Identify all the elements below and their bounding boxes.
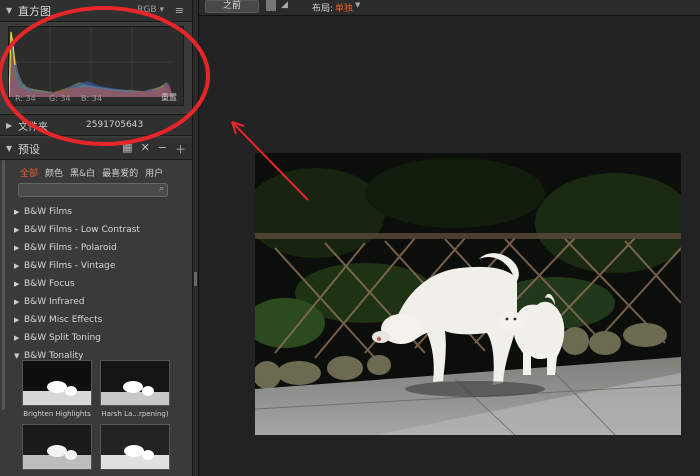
panel-menu-icon[interactable]: ≡ <box>175 4 184 17</box>
minus-icon[interactable]: − <box>158 141 167 157</box>
presets-title: 预设 <box>18 142 40 156</box>
layout-label: 布局: <box>312 4 334 14</box>
remove-preset-icon[interactable]: ✕ <box>141 141 150 157</box>
expand-triangle-icon: ▶ <box>14 316 20 324</box>
layout-select[interactable]: 单独 <box>335 1 353 14</box>
filter-user[interactable]: 用户 <box>145 166 163 179</box>
preset-search[interactable]: ⌕ <box>18 183 168 203</box>
thumb-image <box>22 360 92 406</box>
preset-filter-tabs: 全部 颜色 黑&白 最喜爱的 用户 <box>0 160 192 179</box>
preset-thumb[interactable] <box>22 424 92 470</box>
expand-triangle-icon: ▶ <box>14 244 20 252</box>
search-icon: ⌕ <box>158 184 164 194</box>
channel-select[interactable]: RGB ▾ <box>137 5 164 15</box>
left-panel: ▼ 直方图 RGB ▾ ≡ R: 34 G: 34 B: 34 重置 ▶ 文件夹… <box>0 0 193 476</box>
blue-readout: B: 34 <box>81 94 102 103</box>
filter-all[interactable]: 全部 <box>20 166 38 179</box>
collapse-triangle-icon: ▼ <box>14 352 20 360</box>
expand-triangle-icon: ▶ <box>14 298 20 306</box>
histogram-header[interactable]: ▼ 直方图 RGB ▾ ≡ <box>0 0 192 22</box>
preset-search-input[interactable] <box>19 190 149 203</box>
add-preset-icon[interactable]: ＋ <box>175 141 186 157</box>
chevron-down-icon[interactable]: ▼ <box>355 1 360 9</box>
red-readout: R: 34 <box>15 94 36 103</box>
grid-view-icon[interactable]: ▦ <box>122 141 132 157</box>
preset-group[interactable]: ▶ B&W Films - Polaroid <box>0 239 192 257</box>
image-canvas[interactable] <box>199 17 700 476</box>
preset-thumbnails: Brighten Highlights Harsh La...rpening) <box>22 360 172 470</box>
preset-group[interactable]: ▶ B&W Films - Low Contrast <box>0 221 192 239</box>
top-toolbar: 之前 ◢ 布局: 单独 ▼ <box>199 0 700 16</box>
preset-group[interactable]: ▶ B&W Films - Vintage <box>0 257 192 275</box>
app-window: ▼ 直方图 RGB ▾ ≡ R: 34 G: 34 B: 34 重置 ▶ 文件夹… <box>0 0 700 476</box>
preset-thumb[interactable]: Harsh La...rpening) <box>100 360 170 418</box>
photo-image <box>255 153 681 435</box>
compare-view-icon[interactable] <box>266 0 276 11</box>
expand-triangle-icon[interactable]: ▶ <box>6 121 18 130</box>
expand-triangle-icon: ▶ <box>14 226 20 234</box>
presets-tools: ▦ ✕ − ＋ <box>122 141 186 157</box>
collapse-triangle-icon[interactable]: ▼ <box>6 144 18 153</box>
folder-label: 文件夹 <box>18 121 48 133</box>
reset-button[interactable]: 重置 <box>161 92 177 103</box>
preset-thumb[interactable] <box>100 424 170 470</box>
photo-preview[interactable] <box>255 153 681 435</box>
expand-triangle-icon: ▶ <box>14 208 20 216</box>
collapse-triangle-icon[interactable]: ▼ <box>6 6 18 15</box>
folder-name: 2591705643 <box>86 120 144 130</box>
eyedropper-icon[interactable]: ◢ <box>281 0 288 10</box>
thumb-image <box>22 424 92 470</box>
expand-triangle-icon: ▶ <box>14 262 20 270</box>
presets-header[interactable]: ▼ 预设 ▦ ✕ − ＋ <box>0 138 192 160</box>
histogram-title: 直方图 <box>18 4 51 18</box>
preset-group[interactable]: ▶ B&W Films <box>0 203 192 221</box>
before-button[interactable]: 之前 <box>205 0 259 13</box>
preset-group[interactable]: ▶ B&W Split Toning <box>0 329 192 347</box>
histogram-graph: R: 34 G: 34 B: 34 重置 <box>8 26 184 106</box>
splitter-grip-icon[interactable] <box>194 272 197 286</box>
presets-scrollbar[interactable] <box>2 160 5 410</box>
thumb-caption: Harsh La...rpening) <box>101 410 169 418</box>
thumb-caption: Brighten Highlights <box>23 410 91 418</box>
preset-group[interactable]: ▶ B&W Focus <box>0 275 192 293</box>
preset-group[interactable]: ▶ B&W Infrared <box>0 293 192 311</box>
filter-bw[interactable]: 黑&白 <box>70 166 95 179</box>
filter-favorites[interactable]: 最喜爱的 <box>102 166 138 179</box>
preset-group[interactable]: ▶ B&W Misc Effects <box>0 311 192 329</box>
preset-list: ▶ B&W Films ▶ B&W Films - Low Contrast ▶ B&… <box>0 203 192 365</box>
preset-thumb[interactable]: Brighten Highlights <box>22 360 92 418</box>
filter-color[interactable]: 颜色 <box>45 166 63 179</box>
thumb-image <box>100 424 170 470</box>
expand-triangle-icon: ▶ <box>14 334 20 342</box>
green-readout: G: 34 <box>49 94 71 103</box>
folder-header[interactable]: ▶ 文件夹 2591705643 <box>0 114 192 136</box>
expand-triangle-icon: ▶ <box>14 280 20 288</box>
thumb-image <box>100 360 170 406</box>
